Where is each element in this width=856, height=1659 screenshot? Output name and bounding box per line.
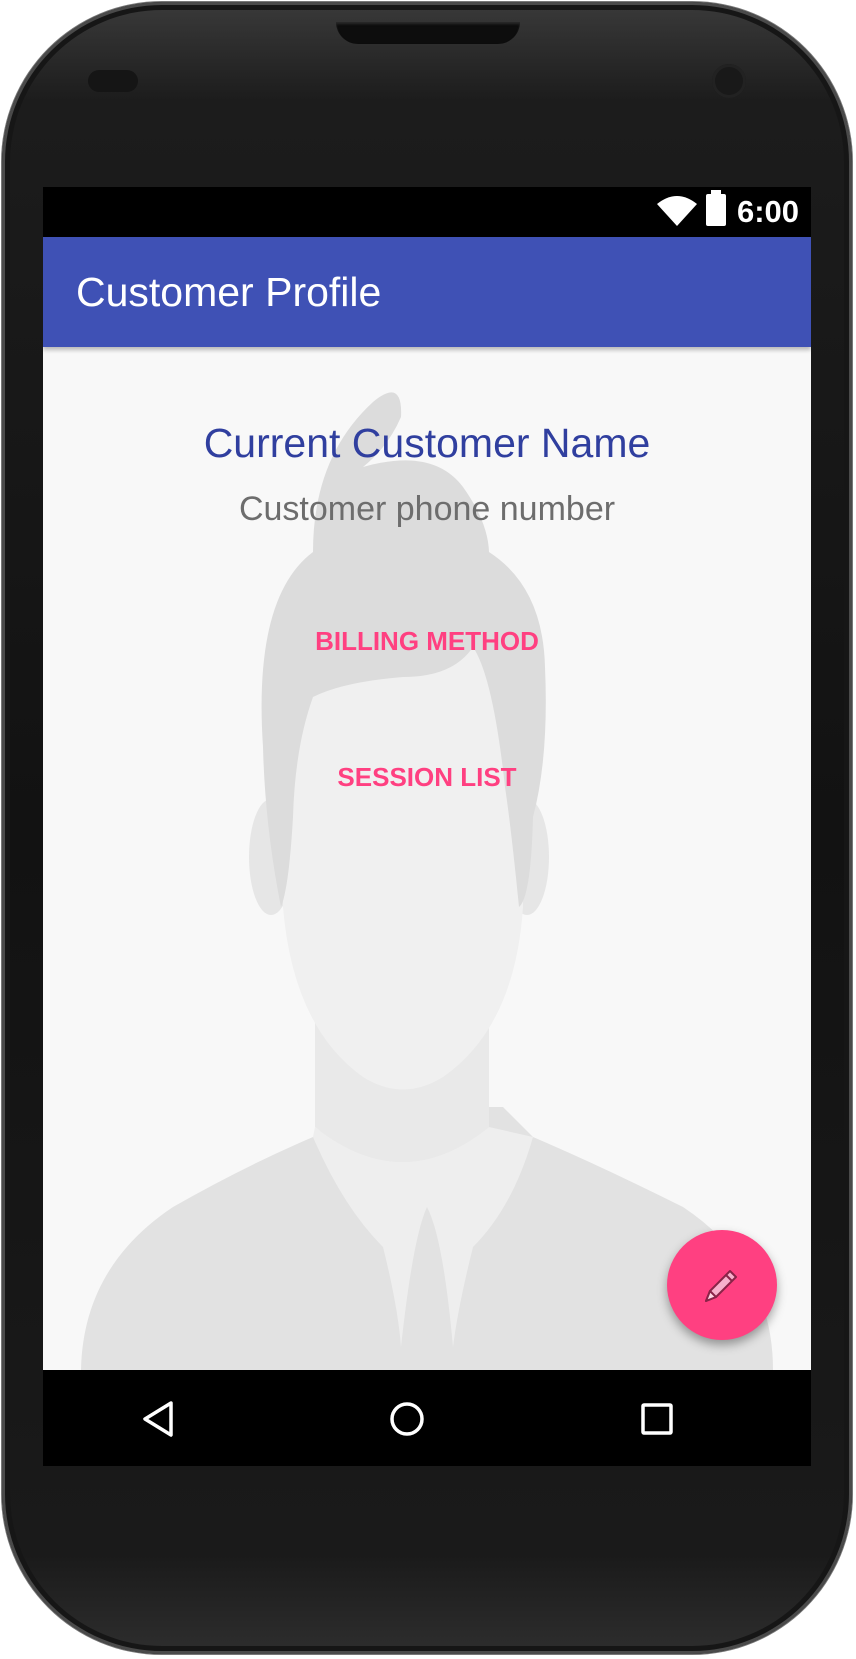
screen: 6:00 Customer Profile Current Customer N… — [43, 187, 811, 1466]
edit-fab-button[interactable] — [667, 1230, 777, 1340]
status-time: 6:00 — [736, 194, 799, 229]
home-icon[interactable] — [387, 1399, 427, 1439]
profile-content: Current Customer Name Customer phone num… — [43, 347, 811, 1370]
front-camera — [712, 64, 746, 98]
proximity-sensor — [88, 70, 138, 92]
status-bar: 6:00 — [43, 187, 811, 237]
battery-icon — [706, 190, 726, 226]
earpiece-speaker — [336, 22, 520, 44]
wifi-icon — [657, 196, 697, 226]
pencil-icon — [705, 1270, 737, 1302]
device-frame: 6:00 Customer Profile Current Customer N… — [0, 0, 856, 1659]
session-list-button[interactable]: SESSION LIST — [277, 746, 577, 806]
billing-method-button[interactable]: BILLING METHOD — [277, 610, 577, 670]
recents-icon[interactable] — [639, 1399, 675, 1439]
customer-name: Current Customer Name — [203, 420, 651, 466]
page-title: Customer Profile — [76, 269, 382, 315]
back-icon[interactable] — [139, 1399, 175, 1439]
customer-phone: Customer phone number — [238, 490, 616, 528]
navigation-bar — [43, 1370, 811, 1466]
app-bar: Customer Profile — [43, 237, 811, 347]
